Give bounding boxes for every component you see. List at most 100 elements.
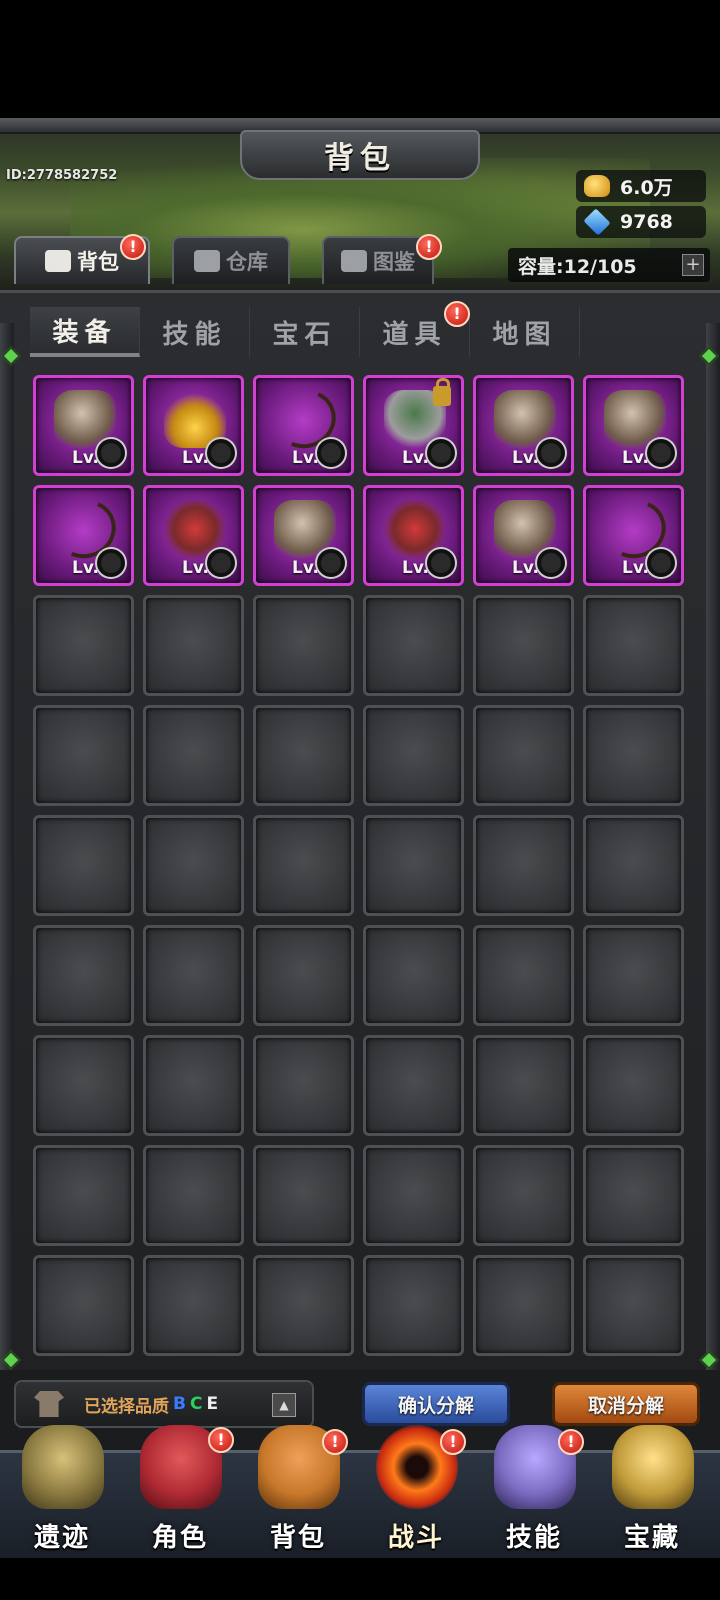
empty-slot[interactable] — [143, 1035, 244, 1136]
item-level: Lv. — [182, 448, 209, 468]
item-level: Lv. — [622, 448, 649, 468]
empty-slot[interactable] — [363, 1145, 464, 1246]
empty-slot[interactable] — [363, 595, 464, 696]
tab-skills[interactable]: 技能 — [140, 307, 250, 357]
quality-selector[interactable]: 已选择品质 B C E ▲ — [14, 1380, 314, 1428]
empty-slot[interactable] — [473, 1255, 574, 1356]
empty-slot[interactable] — [253, 815, 354, 916]
tab-maps[interactable]: 地图 — [470, 307, 580, 357]
quality-label: 已选择品质 — [84, 1396, 169, 1417]
empty-slot[interactable] — [473, 1035, 574, 1136]
quality-ring-icon — [97, 549, 125, 577]
empty-slot[interactable] — [583, 815, 684, 916]
empty-slot[interactable] — [473, 1145, 574, 1246]
empty-slot[interactable] — [33, 815, 134, 916]
empty-slot[interactable] — [33, 925, 134, 1026]
nav-backpack[interactable]: 背包 ! — [242, 1425, 354, 1561]
empty-slot[interactable] — [473, 925, 574, 1026]
empty-slot[interactable] — [33, 1145, 134, 1246]
chevron-up-icon[interactable]: ▲ — [272, 1393, 296, 1417]
empty-slot[interactable] — [583, 1255, 684, 1356]
gem-icon — [583, 208, 611, 236]
item-slot-bow[interactable]: Lv. — [33, 485, 134, 586]
empty-slot[interactable] — [363, 925, 464, 1026]
quality-ring-icon — [317, 549, 345, 577]
empty-slot[interactable] — [473, 595, 574, 696]
quality-ring-icon — [97, 439, 125, 467]
expand-capacity-button[interactable]: + — [682, 254, 704, 276]
panel-frame-right — [706, 323, 720, 1373]
item-level: Lv. — [512, 558, 539, 578]
item-level: Lv. — [292, 448, 319, 468]
gem-counter[interactable]: 9768 — [576, 206, 706, 238]
item-level: Lv. — [72, 448, 99, 468]
tab-gems[interactable]: 宝石 — [250, 307, 360, 357]
alert-badge-icon: ! — [444, 301, 470, 327]
nav-skills[interactable]: 技能 ! — [478, 1425, 590, 1561]
empty-slot[interactable] — [33, 595, 134, 696]
treasure-icon — [612, 1425, 694, 1509]
item-slot-bow[interactable]: Lv. — [583, 485, 684, 586]
confirm-decompose-button[interactable]: 确认分解 — [362, 1382, 510, 1426]
empty-slot[interactable] — [253, 925, 354, 1026]
empty-slot[interactable] — [583, 1035, 684, 1136]
gold-counter[interactable]: 6.0万 — [576, 170, 706, 202]
item-slot-chest-armor[interactable]: Lv. — [143, 485, 244, 586]
item-slot-boots[interactable]: Lv. — [473, 485, 574, 586]
empty-slot[interactable] — [363, 705, 464, 806]
empty-slot[interactable] — [363, 815, 464, 916]
nav-battle[interactable]: 战斗 ! — [360, 1425, 472, 1561]
empty-slot[interactable] — [143, 705, 244, 806]
item-slot-amulet[interactable]: Lv. — [143, 375, 244, 476]
empty-slot[interactable] — [143, 1145, 244, 1246]
empty-slot[interactable] — [33, 1255, 134, 1356]
quality-ring-icon — [427, 439, 455, 467]
nav-treasure-label: 宝藏 — [623, 1523, 680, 1553]
nav-ruins[interactable]: 遗迹 — [6, 1425, 118, 1561]
item-slot-ring[interactable]: Lv. — [33, 375, 134, 476]
item-slot-chest-armor[interactable]: Lv. — [363, 485, 464, 586]
nav-treasure[interactable]: 宝藏 — [596, 1425, 708, 1561]
item-slot-gloves[interactable]: Lv. — [583, 375, 684, 476]
tab-equipment[interactable]: 装备 — [30, 307, 140, 357]
item-slot-leg-armor[interactable]: Lv.40 — [363, 375, 464, 476]
chest-icon — [194, 250, 220, 272]
item-slot-gloves[interactable]: Lv. — [473, 375, 574, 476]
lock-icon — [433, 378, 451, 406]
empty-slot[interactable] — [143, 595, 244, 696]
empty-slot[interactable] — [363, 1035, 464, 1136]
user-id: ID:2778582752 — [6, 168, 118, 183]
empty-slot[interactable] — [583, 595, 684, 696]
item-slot-bow[interactable]: Lv. — [253, 375, 354, 476]
empty-slot[interactable] — [583, 705, 684, 806]
empty-slot[interactable] — [583, 925, 684, 1026]
empty-slot[interactable] — [143, 925, 244, 1026]
quality-ring-icon — [647, 549, 675, 577]
capacity-text: 容量:12/105 — [518, 255, 637, 278]
empty-slot[interactable] — [33, 705, 134, 806]
empty-slot[interactable] — [253, 1255, 354, 1356]
item-slot-belt[interactable]: Lv. — [253, 485, 354, 586]
empty-slot[interactable] — [473, 815, 574, 916]
empty-slot[interactable] — [363, 1255, 464, 1356]
alert-badge-icon: ! — [416, 234, 442, 260]
quality-ring-icon — [537, 549, 565, 577]
empty-slot[interactable] — [143, 1255, 244, 1356]
inventory-panel: 装备 技能 宝石 道具 地图 ! Lv. Lv. Lv. Lv.40 — [0, 290, 720, 1373]
empty-slot[interactable] — [253, 705, 354, 806]
empty-slot[interactable] — [253, 595, 354, 696]
empty-slot[interactable] — [583, 1145, 684, 1246]
tab-codex-label: 图鉴 — [373, 250, 415, 274]
nav-character[interactable]: 角色 ! — [124, 1425, 236, 1561]
cancel-decompose-button[interactable]: 取消分解 — [552, 1382, 700, 1426]
page-title: 背包 — [324, 141, 396, 176]
empty-slot[interactable] — [473, 705, 574, 806]
status-bar-area — [0, 0, 720, 118]
empty-slot[interactable] — [253, 1145, 354, 1246]
empty-slot[interactable] — [143, 815, 244, 916]
empty-slot[interactable] — [33, 1035, 134, 1136]
quality-ring-icon — [427, 549, 455, 577]
tab-warehouse[interactable]: 仓库 — [172, 236, 290, 284]
empty-slot[interactable] — [253, 1035, 354, 1136]
category-tabs: 装备 技能 宝石 道具 地图 — [30, 307, 690, 357]
